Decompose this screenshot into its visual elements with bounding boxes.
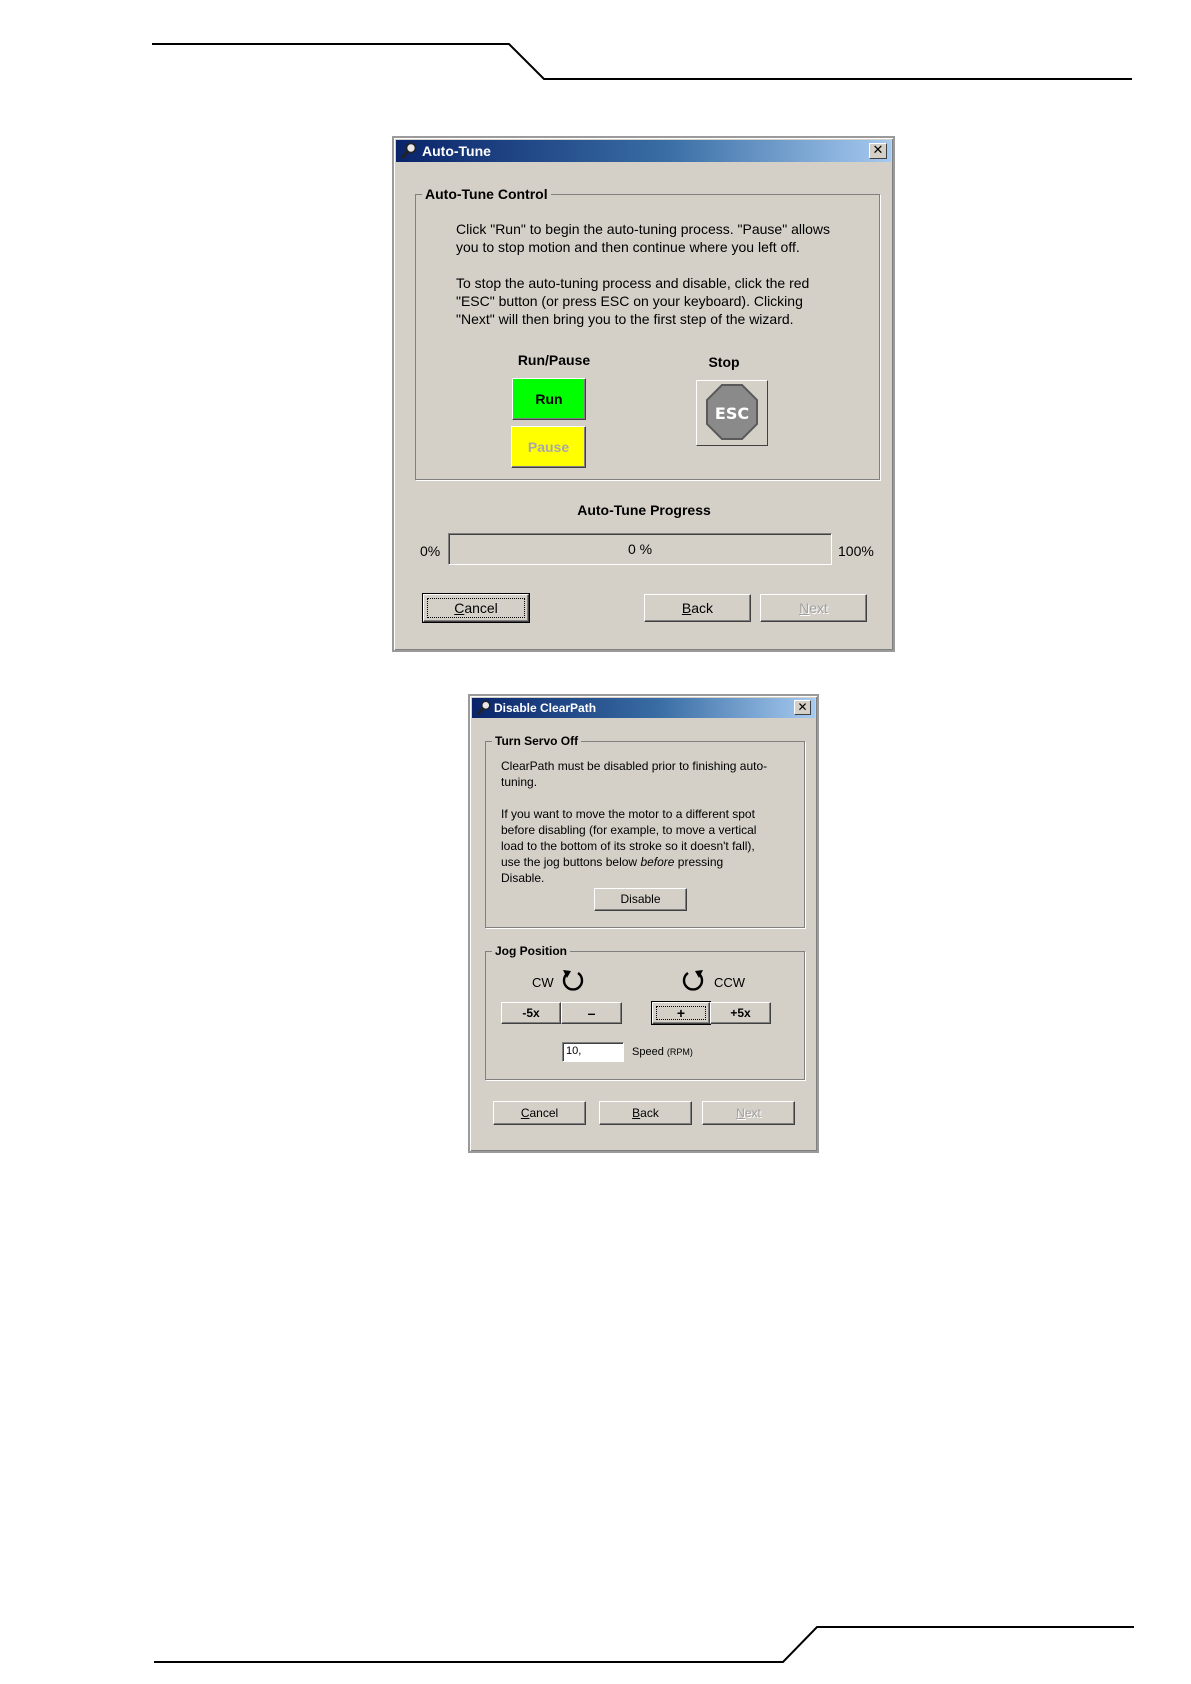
jog-plus-5x-button[interactable]: +5x — [710, 1002, 771, 1024]
auto-tune-dialog: Auto-Tune ✕ Auto-Tune Control Click "Run… — [392, 136, 895, 652]
esc-button-label: ESC — [715, 404, 749, 423]
wrench-magnifier-icon — [476, 700, 491, 716]
cancel-button[interactable]: Cancel — [422, 593, 530, 623]
info-line-7: Disable. — [501, 871, 545, 885]
instructions-para2-line1: To stop the auto-tuning process and disa… — [456, 275, 810, 291]
info-line-5: load to the bottom of its stroke so it d… — [501, 839, 755, 853]
next-button[interactable]: Next — [702, 1101, 795, 1125]
pause-button-label: Pause — [527, 439, 570, 455]
run-button-label: Run — [535, 391, 563, 407]
disable-button-label: Disable — [620, 892, 661, 906]
auto-tune-titlebar[interactable]: Auto-Tune ✕ — [396, 140, 891, 162]
stop-octagon-icon: ESC — [706, 384, 758, 440]
progress-min-label: 0% — [420, 543, 441, 559]
back-label: ack — [691, 600, 714, 616]
pause-button[interactable]: Pause — [511, 426, 586, 468]
jog-minus-5x-label: -5x — [522, 1006, 540, 1020]
rotate-counterclockwise-icon — [682, 970, 704, 991]
instructions-para1-line2: you to stop motion and then continue whe… — [456, 239, 800, 255]
info-line-2: tuning. — [501, 775, 538, 789]
jog-minus-button[interactable]: – — [561, 1002, 622, 1024]
group-label: Turn Servo Off — [495, 734, 579, 748]
stop-label: Stop — [708, 354, 740, 370]
focus-rect — [427, 598, 525, 618]
back-button[interactable]: Back — [599, 1101, 692, 1125]
rotate-clockwise-icon — [562, 970, 584, 991]
disable-button[interactable]: Disable — [594, 888, 687, 911]
back-button[interactable]: Back — [644, 594, 751, 622]
close-button[interactable]: ✕ — [794, 700, 811, 715]
progress-text: 0 % — [627, 541, 653, 557]
speed-unit-label: (RPM) — [666, 1047, 693, 1057]
speed-label: Speed — [632, 1046, 664, 1058]
progress-label: Auto-Tune Progress — [577, 502, 711, 518]
group-label: Jog Position — [495, 944, 567, 958]
next-button[interactable]: Next — [760, 594, 867, 622]
instructions-para1-line1: Click "Run" to begin the auto-tuning pro… — [456, 221, 830, 237]
emphasis-before: before — [640, 855, 675, 869]
close-icon: ✕ — [872, 143, 884, 158]
auto-tune-progress-bar: 0 % — [448, 533, 832, 565]
dialog-title: Disable ClearPath — [494, 701, 597, 715]
jog-minus-label: – — [587, 1005, 596, 1021]
back-label: ack — [640, 1106, 659, 1120]
next-accel: N — [736, 1106, 745, 1120]
close-button[interactable]: ✕ — [869, 143, 887, 159]
focus-rect — [656, 1006, 706, 1020]
run-button[interactable]: Run — [512, 378, 586, 420]
group-label: Auto-Tune Control — [425, 186, 548, 202]
run-pause-label: Run/Pause — [517, 352, 591, 368]
jog-plus-button[interactable]: + — [651, 1001, 711, 1025]
info-line-3: If you want to move the motor to a diffe… — [501, 807, 755, 821]
progress-max-label: 100% — [838, 543, 874, 559]
next-accel: N — [799, 600, 810, 616]
instructions-para2-line3: "Next" will then bring you to the first … — [456, 311, 794, 327]
cancel-label: ancel — [529, 1106, 559, 1120]
speed-input[interactable]: 10, — [562, 1042, 624, 1062]
esc-stop-button[interactable]: ESC — [696, 380, 768, 446]
back-accel: B — [632, 1106, 641, 1120]
next-label: ext — [809, 600, 828, 616]
instructions-para2-line2: "ESC" button (or press ESC on your keybo… — [456, 293, 803, 309]
ccw-label: CCW — [714, 975, 746, 990]
info-line-4: before disabling (for example, to move a… — [501, 823, 757, 837]
next-label: ext — [744, 1106, 761, 1120]
disable-clearpath-dialog: Disable ClearPath ✕ Turn Servo Off Clear… — [468, 694, 819, 1153]
back-accel: B — [681, 600, 692, 616]
cancel-button[interactable]: Cancel — [493, 1101, 586, 1125]
jog-plus-5x-label: +5x — [730, 1006, 751, 1020]
wrench-magnifier-icon — [400, 142, 417, 159]
info-line-1: ClearPath must be disabled prior to fini… — [501, 759, 768, 773]
close-icon: ✕ — [797, 700, 808, 714]
info-line-6: use the jog buttons below before pressin… — [501, 855, 724, 869]
dialog-title: Auto-Tune — [422, 143, 491, 159]
disable-clearpath-titlebar[interactable]: Disable ClearPath ✕ — [472, 698, 815, 718]
cw-label: CW — [532, 975, 554, 990]
jog-minus-5x-button[interactable]: -5x — [501, 1002, 561, 1024]
